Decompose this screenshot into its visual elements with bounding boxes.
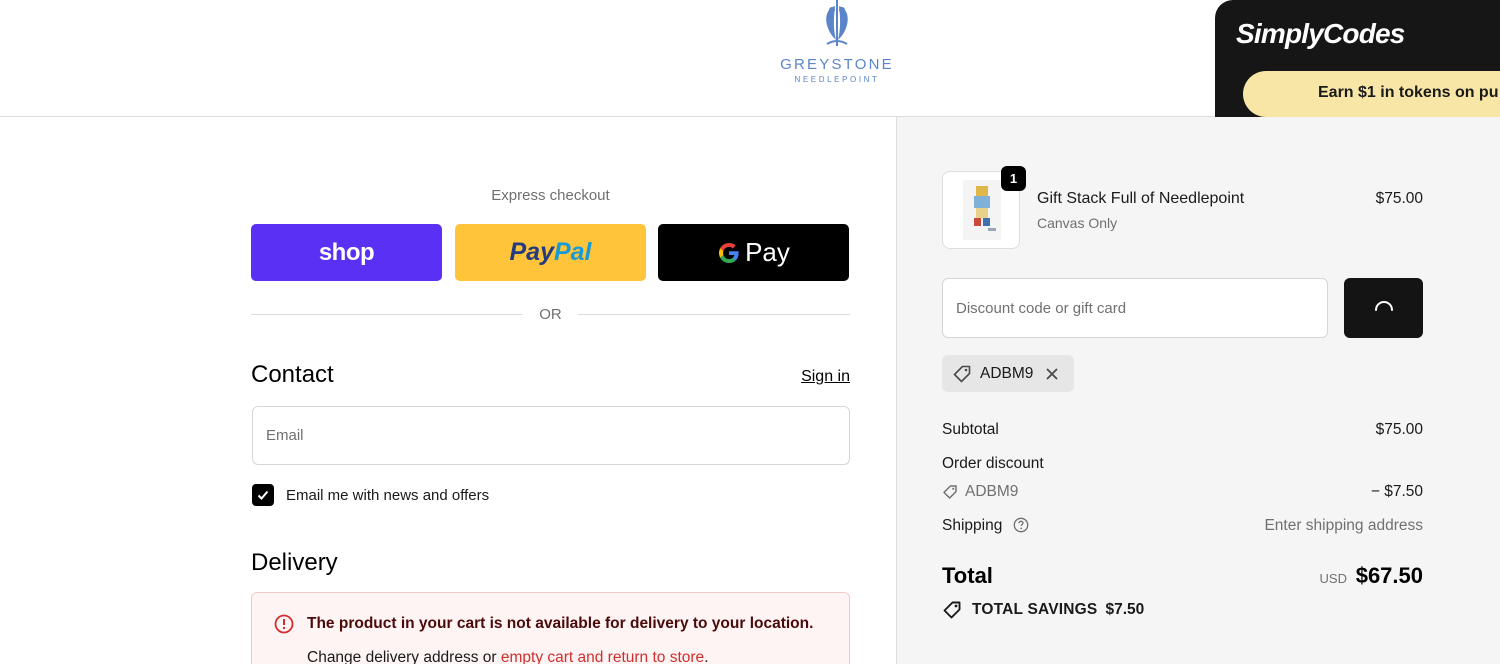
or-divider: OR [251, 304, 850, 324]
applied-code-label: ADBM9 [980, 364, 1034, 382]
paypal-button[interactable]: PayPal [455, 224, 646, 281]
discount-value: − $7.50 [1370, 483, 1423, 500]
newsletter-label: Email me with news and offers [286, 486, 490, 504]
paypal-logo-part1: Pay [509, 238, 554, 266]
google-pay-label: Pay [745, 237, 790, 267]
product-name: Gift Stack Full of Needlepoint [1037, 190, 1245, 207]
quantity-badge: 1 [1001, 166, 1026, 191]
product-variant: Canvas Only [1037, 215, 1118, 231]
paypal-logo-part2: Pal [553, 238, 592, 266]
total-currency: USD [1319, 571, 1347, 586]
total-savings-value: $7.50 [1105, 601, 1145, 618]
error-sub-suffix: . [704, 649, 709, 664]
close-icon [1046, 367, 1059, 380]
shipping-label-row: Shipping [942, 517, 1029, 535]
google-g-icon [719, 242, 739, 263]
total-savings-row: TOTAL SAVINGS $7.50 [942, 600, 1144, 620]
total-savings-label: TOTAL SAVINGS [972, 601, 1098, 618]
bird-logo-icon [826, 0, 848, 46]
email-placeholder: Email [266, 427, 304, 444]
error-title: The product in your cart is not availabl… [307, 615, 814, 632]
sign-in-link[interactable]: Sign in [780, 368, 850, 386]
error-subtext: Change delivery address or empty cart an… [307, 649, 709, 664]
site-header: GREYSTONE NEEDLEPOINT SimplyCodes Earn $… [0, 0, 1500, 117]
simplycodes-brand: SimplyCodes [1236, 18, 1405, 49]
simplycodes-promo-text: Earn $1 in tokens on pu [1318, 84, 1499, 101]
order-discount-label: Order discount [942, 455, 1044, 472]
loading-spinner-icon [1374, 301, 1393, 311]
or-label: OR [539, 306, 562, 323]
tag-icon [953, 365, 971, 382]
empty-cart-link[interactable]: empty cart and return to store [501, 649, 704, 664]
shipping-label: Shipping [942, 517, 1003, 534]
discount-code-field[interactable]: Discount code or gift card [942, 278, 1328, 338]
simplycodes-promo-pill[interactable]: Earn $1 in tokens on pu [1243, 71, 1500, 117]
email-field[interactable]: Email [252, 406, 850, 465]
discount-code-label: ADBM9 [965, 483, 1019, 500]
error-circle-icon [274, 614, 294, 634]
remove-discount-button[interactable] [1045, 367, 1059, 381]
logo-subtitle: NEEDLEPOINT [794, 75, 880, 84]
contact-heading: Contact [251, 361, 334, 388]
logo-name: GREYSTONE [780, 56, 894, 73]
newsletter-checkbox[interactable] [252, 484, 274, 506]
google-pay-button[interactable]: Pay [658, 224, 849, 281]
delivery-error-banner: The product in your cart is not availabl… [251, 592, 850, 664]
express-checkout-label: Express checkout [491, 187, 610, 204]
applied-discount-chip: ADBM9 [942, 355, 1074, 392]
error-sub-prefix: Change delivery address or [307, 649, 501, 664]
discount-placeholder: Discount code or gift card [956, 299, 1127, 317]
tag-icon [943, 485, 957, 499]
newsletter-row[interactable]: Email me with news and offers [252, 484, 489, 506]
shop-pay-label: shop [318, 238, 375, 266]
discount-code-row: ADBM9 [942, 483, 1018, 501]
simplycodes-extension-panel[interactable]: SimplyCodes Earn $1 in tokens on pu [1215, 0, 1500, 117]
shop-pay-button[interactable]: shop [251, 224, 442, 281]
paypal-logo: PayPal [509, 238, 591, 267]
store-logo[interactable]: GREYSTONE NEEDLEPOINT [770, 0, 904, 95]
total-label: Total [942, 563, 993, 588]
shipping-value: Enter shipping address [1264, 517, 1423, 534]
savings-tag-icon [943, 601, 961, 619]
subtotal-value: $75.00 [1375, 421, 1423, 438]
subtotal-label: Subtotal [942, 421, 999, 438]
help-icon[interactable] [1013, 517, 1029, 533]
total-value: $67.50 [1355, 563, 1423, 588]
delivery-heading: Delivery [251, 549, 338, 576]
apply-discount-button[interactable] [1344, 278, 1423, 338]
product-price: $75.00 [1375, 190, 1423, 207]
checkmark-icon [257, 490, 269, 500]
column-divider [896, 117, 897, 664]
